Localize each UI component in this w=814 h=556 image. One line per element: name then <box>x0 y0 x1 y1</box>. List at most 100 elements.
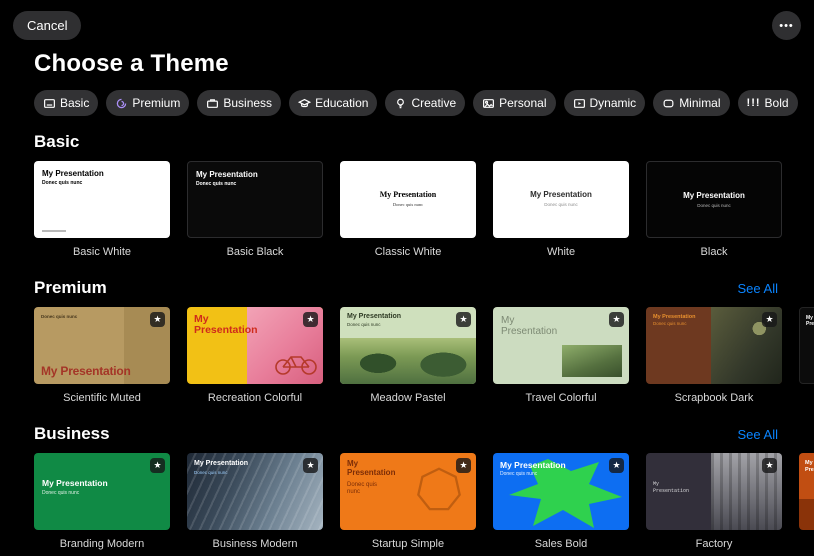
theme-card-business-partial[interactable]: My Presentation <box>799 453 814 550</box>
theme-thumbnail: My Presentation <box>799 307 814 384</box>
thumb-subtitle: Donec quis nunc <box>347 322 381 327</box>
theme-card-business-modern[interactable]: ★ My Presentation Donec quis nunc Busine… <box>187 453 323 550</box>
more-options-button[interactable]: ••• <box>772 11 801 40</box>
theme-thumbnail: My Presentation Donec quis nunc <box>340 161 476 238</box>
theme-thumbnail: My Presentation Donec quis nunc <box>34 161 170 238</box>
theme-card-classic-white[interactable]: My Presentation Donec quis nunc Classic … <box>340 161 476 258</box>
filter-chip-minimal[interactable]: Minimal <box>653 90 730 116</box>
filter-chip-personal[interactable]: Personal <box>473 90 556 116</box>
rounded-rect-icon <box>663 99 674 107</box>
theme-card-premium-partial[interactable]: My Presentation <box>799 307 814 404</box>
theme-thumbnail: ★ My Presentation Donec quis nunc <box>187 453 323 530</box>
thumb-title: My Presentation <box>379 190 437 199</box>
filter-chip-business[interactable]: Business <box>197 90 282 116</box>
theme-name: Classic White <box>374 246 442 258</box>
thumb-subtitle: Donec quis nunc <box>41 314 78 319</box>
theme-card-branding-modern[interactable]: ★ My Presentation Donec quis nunc Brandi… <box>34 453 170 550</box>
thumb-subtitle: Donec quis nunc <box>347 482 378 495</box>
thumb-subtitle: Donec quis nunc <box>697 203 731 208</box>
theme-name: Business Modern <box>212 538 298 550</box>
premium-star-badge: ★ <box>150 458 165 473</box>
thumb-title: My Presentation <box>194 313 258 337</box>
theme-card-black[interactable]: My Presentation Donec quis nunc Black <box>646 161 782 258</box>
thumb-title: My Presentation <box>41 364 131 378</box>
see-all-business-link[interactable]: See All <box>738 427 778 442</box>
premium-star-badge: ★ <box>456 458 471 473</box>
theme-card-recreation-colorful[interactable]: ★ My Presentation Recreation Colorful <box>187 307 323 404</box>
theme-name: Recreation Colorful <box>207 392 303 404</box>
filter-chip-education[interactable]: Education <box>289 90 378 116</box>
basic-section-header: Basic <box>34 132 778 152</box>
theme-card-travel-colorful[interactable]: ★ My Presentation Travel Colorful <box>493 307 629 404</box>
thumb-subtitle: Donec quis nunc <box>42 490 80 496</box>
theme-card-startup-simple[interactable]: ★ My Presentation Donec quis nunc Startu… <box>340 453 476 550</box>
premium-star-badge: ★ <box>609 312 624 327</box>
premium-star-badge: ★ <box>609 458 624 473</box>
theme-thumbnail: ★ My Presentation <box>646 453 782 530</box>
filter-chip-creative[interactable]: Creative <box>385 90 466 116</box>
heptagon-icon <box>417 467 461 511</box>
slide-icon <box>44 98 55 108</box>
graduation-cap-icon <box>298 98 312 107</box>
theme-thumbnail: ★ My Presentation Donec quis nunc <box>340 307 476 384</box>
premium-star-badge: ★ <box>303 458 318 473</box>
filter-chip-dynamic[interactable]: Dynamic <box>563 90 646 116</box>
section-title-business: Business <box>34 424 110 443</box>
premium-star-badge: ★ <box>456 312 471 327</box>
theme-thumbnail: My Presentation Donec quis nunc <box>493 161 629 238</box>
theme-card-scrapbook-dark[interactable]: ★ My Presentation Donec quis nunc Scrapb… <box>646 307 782 404</box>
theme-name: Sales Bold <box>534 538 588 550</box>
theme-thumbnail: My Presentation Donec quis nunc <box>646 161 782 238</box>
premium-star-badge: ★ <box>303 312 318 327</box>
thumb-photo <box>562 345 622 377</box>
bicycle-icon <box>275 356 317 375</box>
theme-name: White <box>546 246 576 258</box>
filter-chip-basic[interactable]: Basic <box>34 90 99 116</box>
thumb-title: My Presentation <box>806 315 814 328</box>
theme-card-factory[interactable]: ★ My Presentation Factory <box>646 453 782 550</box>
thumb-title: My Presentation <box>805 460 814 473</box>
theme-thumbnail: My Presentation Donec quis nunc <box>187 161 323 238</box>
thumb-subtitle: Donec quis nunc <box>653 321 687 326</box>
thumb-subtitle: Donec quis nunc <box>194 470 228 475</box>
theme-name: Basic Black <box>226 246 284 258</box>
photo-icon <box>483 98 495 108</box>
play-slide-icon <box>573 98 585 108</box>
theme-thumbnail: My Presentation <box>799 453 814 530</box>
thumb-title: My Presentation <box>653 314 696 320</box>
thumb-title: My Presentation <box>42 169 104 178</box>
basic-theme-row: My Presentation Donec quis nunc Basic Wh… <box>0 161 814 258</box>
thumb-footer-line <box>42 230 66 232</box>
theme-name: Black <box>700 246 728 258</box>
premium-star-badge: ★ <box>762 458 777 473</box>
theme-card-sales-bold[interactable]: ★ My Presentation Donec quis nunc Sales … <box>493 453 629 550</box>
thumb-title: My Presentation <box>196 170 258 179</box>
section-title-basic: Basic <box>34 132 80 151</box>
briefcase-icon <box>207 98 219 108</box>
ellipsis-icon: ••• <box>779 19 794 32</box>
top-bar: Cancel ••• <box>0 0 814 40</box>
thumb-title: My Presentation <box>683 191 745 200</box>
thumb-subtitle: Donec quis nunc <box>196 181 237 187</box>
premium-swirl-icon <box>117 98 127 108</box>
theme-card-white[interactable]: My Presentation Donec quis nunc White <box>493 161 629 258</box>
thumb-title: My Presentation <box>653 481 690 494</box>
theme-thumbnail: ★ My Presentation Donec quis nunc <box>493 453 629 530</box>
see-all-premium-link[interactable]: See All <box>738 281 778 296</box>
theme-thumbnail: ★ My Presentation <box>493 307 629 384</box>
theme-card-scientific-muted[interactable]: ★ Donec quis nunc My Presentation Scient… <box>34 307 170 404</box>
theme-name: Scientific Muted <box>63 392 141 404</box>
filter-chip-bar: Basic Premium Business Education Creativ… <box>34 90 814 116</box>
theme-name: Scrapbook Dark <box>674 392 754 404</box>
theme-card-basic-black[interactable]: My Presentation Donec quis nunc Basic Bl… <box>187 161 323 258</box>
thumb-title: My Presentation <box>530 190 592 199</box>
theme-thumbnail: ★ My Presentation Donec quis nunc <box>340 453 476 530</box>
filter-chip-premium[interactable]: Premium <box>106 90 190 116</box>
lightbulb-icon <box>397 98 405 108</box>
business-section-header: Business See All <box>34 424 778 444</box>
theme-card-basic-white[interactable]: My Presentation Donec quis nunc Basic Wh… <box>34 161 170 258</box>
cancel-button[interactable]: Cancel <box>13 11 82 40</box>
thumb-photo <box>340 337 476 384</box>
theme-card-meadow-pastel[interactable]: ★ My Presentation Donec quis nunc Meadow… <box>340 307 476 404</box>
filter-chip-bold[interactable]: !!! Bold <box>737 90 798 116</box>
